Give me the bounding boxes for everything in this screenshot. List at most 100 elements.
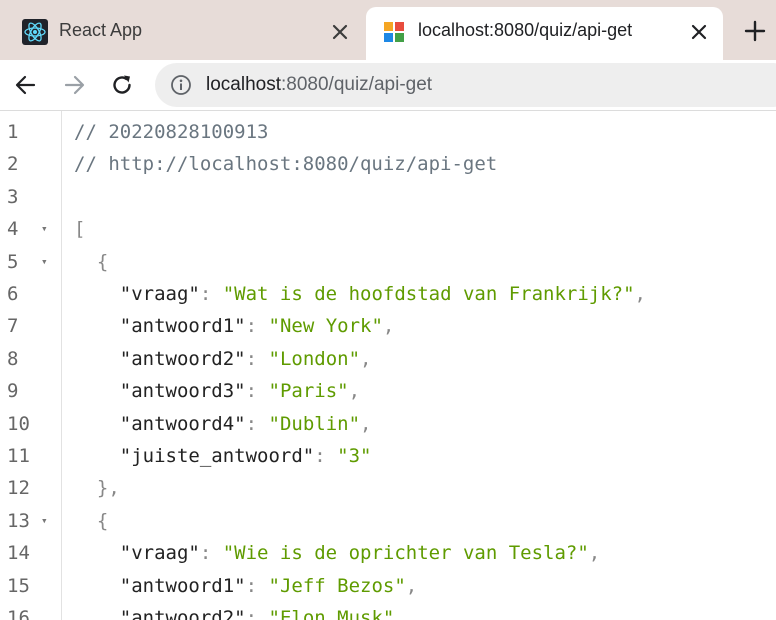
tab-strip: React App localhost:8080/quiz/api-get	[0, 0, 776, 60]
line-number: 1	[7, 121, 19, 143]
code-line: 15 "antwoord1": "Jeff Bezos",	[0, 570, 776, 602]
code-line: 9 "antwoord3": "Paris",	[0, 375, 776, 407]
line-number: 15	[7, 574, 30, 597]
bracket: {	[96, 250, 109, 273]
info-icon[interactable]	[170, 74, 192, 96]
key-separator: :	[199, 283, 223, 305]
json-string-value: "Wie is de oprichter van Tesla?"	[222, 542, 589, 565]
line-number: 10	[7, 412, 30, 435]
json-key: "antwoord4"	[119, 412, 246, 435]
line-number: 9	[7, 380, 19, 403]
code-text: {	[74, 246, 108, 278]
json-key: "vraag"	[119, 542, 200, 565]
code-text: "juiste_antwoord": "3"	[74, 440, 372, 472]
key-separator: :	[245, 347, 269, 370]
line-number: 3	[7, 185, 19, 208]
json-string-value: "Jeff Bezos"	[268, 574, 406, 597]
trailing-comma: ,	[588, 542, 601, 565]
code-line: 1 // 20220828100913	[0, 116, 776, 148]
json-string-value: "Paris"	[268, 380, 349, 403]
new-tab-plus-icon[interactable]	[742, 18, 768, 44]
fold-toggle-icon[interactable]: ▾	[41, 213, 48, 245]
browser-toolbar: localhost:8080/quiz/api-get	[0, 60, 776, 111]
code-line: 7 "antwoord1": "New York",	[0, 310, 776, 342]
trailing-comma: ,	[394, 607, 406, 620]
code-line: 5 ▾ {	[0, 246, 776, 278]
fold-toggle-icon[interactable]: ▾	[41, 505, 48, 537]
code-line: 4 ▾ [	[0, 213, 776, 245]
trailing-comma: ,	[634, 283, 646, 305]
reload-icon[interactable]	[108, 71, 136, 99]
trailing-comma: ,	[360, 412, 372, 435]
line-number: 14	[7, 542, 30, 565]
code-line: 12 },	[0, 472, 776, 504]
json-key: "antwoord1"	[119, 315, 246, 338]
close-icon[interactable]	[328, 20, 352, 44]
json-key: "antwoord3"	[119, 380, 246, 403]
json-viewer: 1 // 20220828100913 2 // http://localhost:8…	[0, 111, 776, 620]
comment: // http://localhost:8080/quiz/api-get	[74, 153, 498, 176]
json-key: "vraag"	[119, 283, 200, 305]
bracket: },	[96, 477, 120, 500]
code-line: 13 ▾ {	[0, 505, 776, 537]
tab-react-app[interactable]: React App	[0, 7, 362, 60]
react-icon	[22, 19, 48, 45]
tab-title: React App	[59, 20, 143, 40]
tab-title: localhost:8080/quiz/api-get	[418, 20, 633, 40]
comment: // 20220828100913	[74, 121, 269, 143]
key-separator: :	[245, 412, 269, 435]
code-text: {	[74, 505, 108, 537]
url-path: :8080/quiz/api-get	[281, 74, 433, 95]
trailing-comma: ,	[382, 315, 395, 338]
code-text: "vraag": "Wie is de oprichter van Tesla?…	[74, 537, 600, 569]
bracket: [	[74, 218, 86, 241]
back-arrow-icon[interactable]	[12, 71, 40, 99]
tab-api-get[interactable]: localhost:8080/quiz/api-get	[366, 7, 723, 60]
trailing-comma: ,	[348, 380, 361, 403]
trailing-comma: ,	[405, 574, 418, 597]
line-number: 6	[7, 283, 19, 305]
line-number: 16	[7, 607, 30, 620]
line-number: 13	[7, 509, 30, 532]
code-text: "antwoord3": "Paris",	[74, 375, 360, 407]
url-host: localhost	[206, 74, 281, 95]
code-text: "antwoord1": "Jeff Bezos",	[74, 570, 417, 602]
json-string-value: "New York"	[268, 315, 383, 338]
line-number: 4	[7, 218, 19, 241]
line-number: 5	[7, 250, 19, 273]
code-text: "antwoord4": "Dublin",	[74, 408, 372, 440]
code-line: 16 "antwoord2": "Elon Musk",	[0, 602, 776, 620]
code-text: "antwoord2": "London",	[74, 343, 372, 375]
url-text: localhost:8080/quiz/api-get	[206, 74, 432, 96]
close-icon[interactable]	[687, 20, 711, 44]
code-text: },	[74, 472, 120, 504]
address-bar[interactable]: localhost:8080/quiz/api-get	[155, 63, 776, 107]
json-string-value: "Elon Musk"	[268, 607, 395, 620]
line-number: 7	[7, 315, 19, 338]
forward-arrow-icon[interactable]	[60, 71, 88, 99]
bracket: {	[96, 509, 109, 532]
key-separator: :	[245, 315, 269, 338]
line-number: 12	[7, 477, 30, 500]
key-separator: :	[245, 574, 269, 597]
key-separator: :	[199, 542, 223, 565]
code-line: 14 "vraag": "Wie is de oprichter van Tes…	[0, 537, 776, 569]
code-text: [	[74, 213, 85, 245]
code-line: 11 "juiste_antwoord": "3"	[0, 440, 776, 472]
code-line: 2 // http://localhost:8080/quiz/api-get	[0, 148, 776, 180]
trailing-comma: ,	[360, 347, 372, 370]
json-string-value: "London"	[268, 347, 361, 370]
code-text: "antwoord2": "Elon Musk",	[74, 602, 406, 620]
fold-toggle-icon[interactable]: ▾	[41, 246, 48, 278]
json-string-value: "Wat is de hoofdstad van Frankrijk?"	[222, 283, 635, 305]
